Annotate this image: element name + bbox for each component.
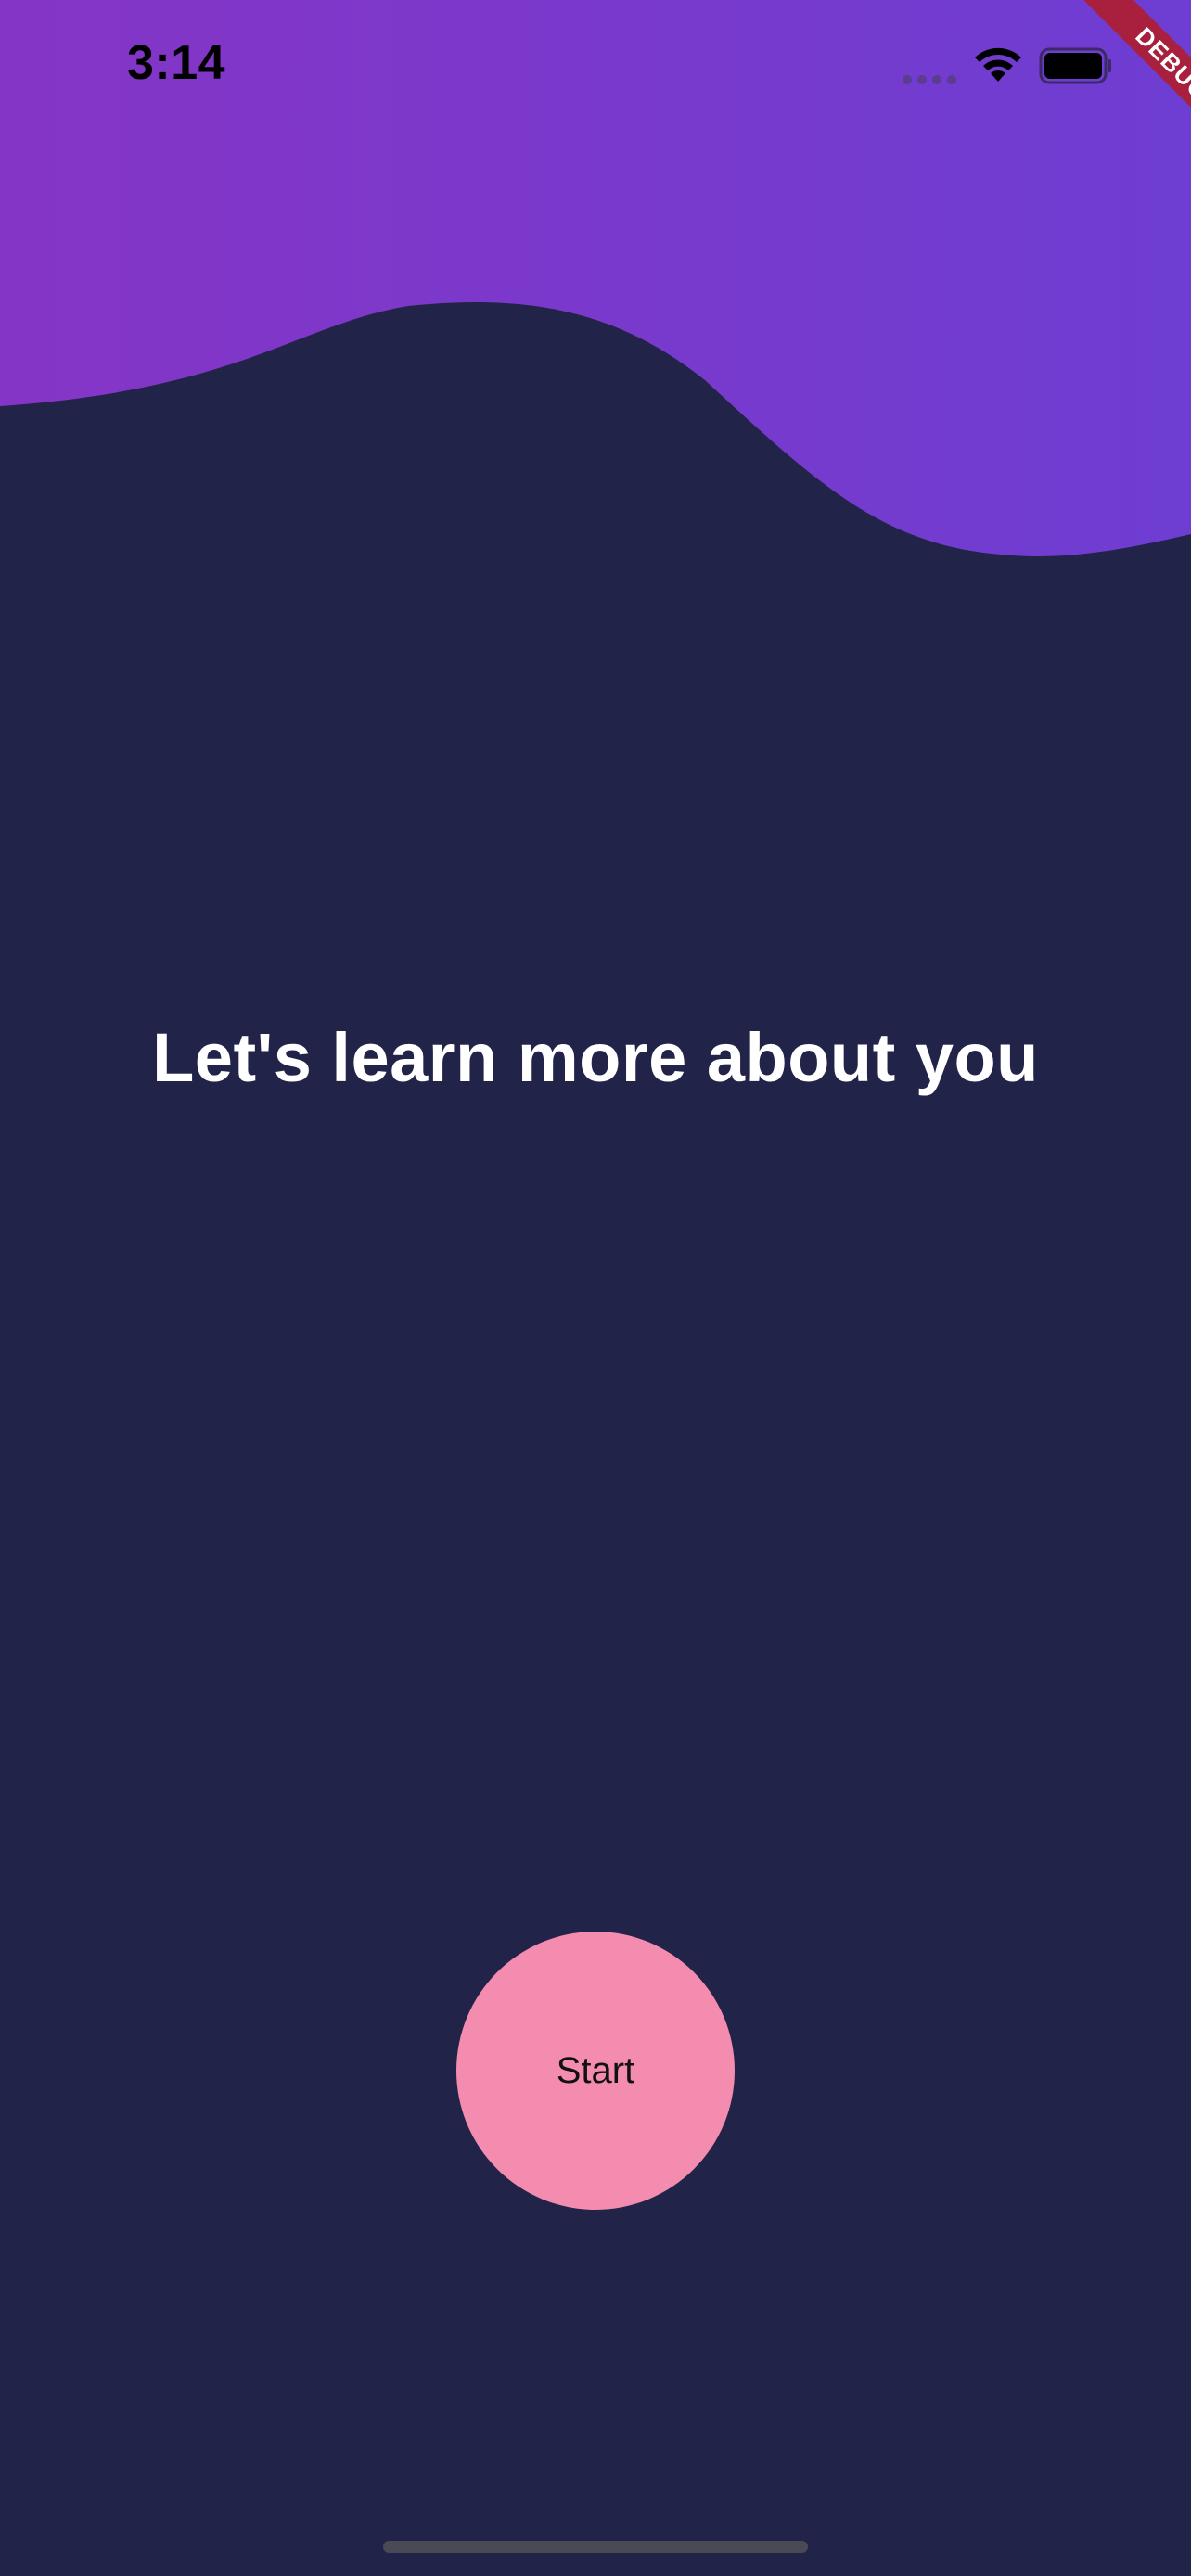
onboarding-screen: 3:14 DEBUG Let's learn more about you St…	[0, 0, 1191, 2576]
status-time: 3:14	[127, 36, 226, 90]
start-button[interactable]: Start	[456, 1932, 735, 2210]
home-indicator[interactable]	[383, 2541, 808, 2553]
debug-ribbon: DEBUG	[1015, 0, 1191, 176]
start-button-label: Start	[556, 2049, 635, 2091]
page-title: Let's learn more about you	[152, 1019, 1039, 1096]
status-bar: 3:14	[0, 0, 1191, 139]
signal-dots-icon	[903, 75, 956, 84]
debug-label: DEBUG	[1061, 0, 1191, 175]
